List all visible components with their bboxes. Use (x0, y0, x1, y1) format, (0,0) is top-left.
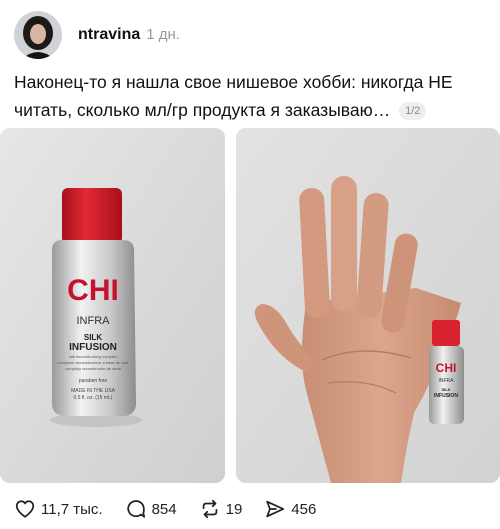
like-count: 11,7 тыс. (41, 500, 103, 518)
like-button[interactable]: 11,7 тыс. (14, 498, 103, 520)
bottle-free: paraben free (79, 378, 108, 384)
bottle-made: MADE IN THE USA (71, 388, 115, 394)
bottle-small3: complejo reconstructor de seda (65, 366, 122, 371)
media-counter: 1/2 (399, 102, 427, 121)
avatar[interactable] (14, 11, 62, 59)
repost-icon (202, 499, 217, 519)
media-image-2[interactable]: CHI INFRA SILK INFUSION (236, 128, 500, 483)
reply-count: 854 (151, 500, 177, 518)
bottle-line3-1: INFUSION (69, 342, 117, 353)
bottle-line1-2: INFRA (439, 378, 455, 384)
share-button[interactable]: 456 (264, 498, 316, 520)
media-image-1[interactable]: CHI INFRA SILK INFUSION silk reconstruct… (0, 128, 225, 483)
send-icon (266, 500, 285, 518)
bottle-brand-2: CHI (436, 361, 457, 375)
bottle-small1: silk reconstructing complex (69, 354, 117, 359)
bottle-line2-1: SILK (84, 333, 102, 342)
author-info: ntravina 1 дн. (78, 26, 180, 44)
post-header: ntravina 1 дн. (14, 10, 180, 60)
heart-icon (15, 500, 35, 518)
repost-button[interactable]: 19 (199, 498, 243, 520)
bottle-brand-1: CHI (67, 274, 119, 307)
hand-with-bottle-photo: CHI INFRA SILK INFUSION (236, 128, 500, 483)
reply-button[interactable]: 854 (125, 498, 177, 520)
post-body: Наконец-то я нашла свое нишевое хобби: н… (14, 72, 453, 120)
bottle-small2: complexe reconstructeur à base de soie (58, 360, 130, 365)
username[interactable]: ntravina (78, 26, 140, 44)
bottle-line1-1: INFRA (77, 315, 111, 327)
avatar-photo (14, 11, 62, 59)
comment-icon (126, 500, 145, 518)
bottle-volume: 0.5 fl. oz. (15 mL) (74, 395, 113, 401)
bottle-line3-2: INFUSION (434, 393, 458, 399)
post-text: Наконец-то я нашла свое нишевое хобби: н… (14, 68, 484, 124)
bottle-line2-2: SILK (441, 387, 450, 392)
action-bar: 11,7 тыс. 854 19 456 (14, 495, 338, 523)
share-count: 456 (291, 500, 317, 518)
repost-count: 19 (225, 500, 243, 518)
post-time: 1 дн. (146, 26, 180, 43)
product-bottle-photo: CHI INFRA SILK INFUSION silk reconstruct… (0, 128, 225, 483)
